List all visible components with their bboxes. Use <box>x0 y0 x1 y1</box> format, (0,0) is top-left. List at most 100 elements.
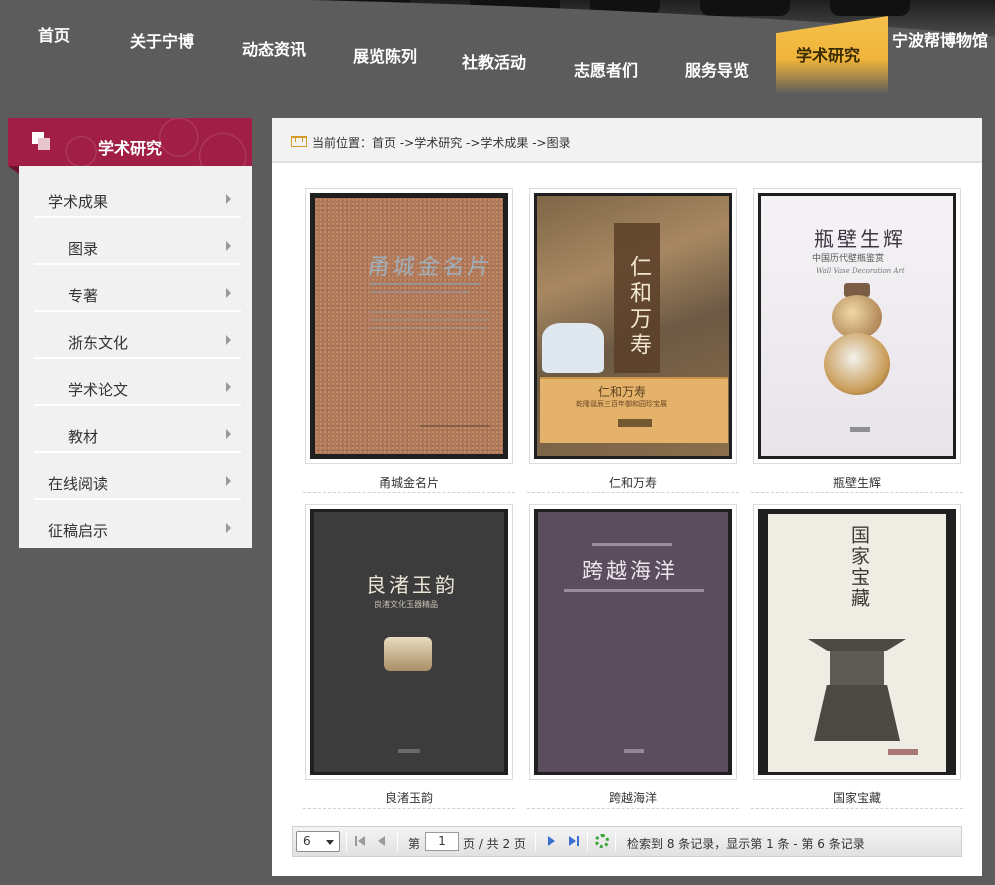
cover-subtitle: 良渚文化玉器精品 <box>374 600 438 609</box>
cover-text-line <box>370 311 490 313</box>
banner-chair <box>830 0 910 16</box>
book-title[interactable]: 国家宝藏 <box>753 789 961 806</box>
banner-chair <box>700 0 790 16</box>
nav-item-ningbo-bang-museum[interactable]: 宁波帮博物馆 <box>892 27 988 51</box>
nav-item-education[interactable]: 社教活动 <box>462 49 526 73</box>
arrow-right-icon <box>226 429 231 439</box>
squares-icon <box>32 132 50 150</box>
nav-item-research[interactable]: 学术研究 <box>796 42 860 66</box>
cover-title-small: 仁和万寿 <box>598 385 647 399</box>
main-content: 当前位置：首页 ->学术研究 ->学术成果 ->图录 甬城金名片 甬城金名片 仁… <box>272 118 982 876</box>
nav-item-about[interactable]: 关于宁博 <box>130 28 194 52</box>
page-number-input[interactable]: 1 <box>425 832 459 851</box>
sidebar-item-online-reading[interactable]: 在线阅读 <box>34 454 241 500</box>
nav-item-news[interactable]: 动态资讯 <box>242 36 306 60</box>
cover-subtitle: 乾隆诞辰三百年御和园珍宝展 <box>576 400 667 408</box>
page-size-select[interactable]: 6 <box>296 831 340 852</box>
sidebar-ribbon-fold <box>8 166 19 174</box>
location-icon <box>291 136 307 147</box>
cover-bronze-base <box>814 685 900 741</box>
sidebar-item-label: 学术论文 <box>68 381 129 399</box>
sidebar-item-call-for-papers[interactable]: 征稿启示 <box>34 501 241 547</box>
cover-title: 跨越海洋 <box>582 559 678 583</box>
divider <box>397 832 398 851</box>
cover-publisher-logo <box>888 749 918 755</box>
sidebar-item-papers[interactable]: 学术论文 <box>34 360 241 406</box>
page-total-label: 页 / 共 2 页 <box>463 837 526 851</box>
divider <box>751 808 963 809</box>
sidebar-item-label: 专著 <box>68 287 99 305</box>
cover-texture <box>315 198 503 454</box>
sidebar-item-label: 征稿启示 <box>48 522 109 540</box>
page-prefix: 第 <box>408 837 421 851</box>
book-card[interactable]: 瓶壁生辉 中国历代壁瓶鉴赏 Wall Vase Decoration Art <box>753 188 961 464</box>
cover-bronze-body <box>830 651 884 685</box>
prev-page-icon[interactable] <box>378 836 389 847</box>
book-card[interactable]: 甬城金名片 <box>305 188 513 464</box>
nav-item-exhibitions[interactable]: 展览陈列 <box>353 43 417 67</box>
arrow-right-icon <box>226 335 231 345</box>
divider <box>527 492 739 493</box>
book-title[interactable]: 瓶壁生辉 <box>753 474 961 491</box>
book-title[interactable]: 仁和万寿 <box>529 474 737 491</box>
sidebar-item-label: 教材 <box>68 428 99 446</box>
book-cover-image: 甬城金名片 <box>310 193 508 459</box>
sidebar-menu: 学术成果 图录 专著 浙东文化 学术论文 教材 在线阅读 征稿启示 <box>19 166 252 548</box>
nav-item-volunteers[interactable]: 志愿者们 <box>574 57 638 81</box>
book-card[interactable]: 仁和万寿 仁和万寿 乾隆诞辰三百年御和园珍宝展 <box>529 188 737 464</box>
cover-text-line <box>370 291 470 293</box>
cover-vase-illustration <box>542 323 604 373</box>
cover-publisher-logo <box>618 419 652 427</box>
divider <box>535 832 536 851</box>
cover-jade-cong <box>384 637 432 671</box>
book-card[interactable]: 跨越海洋 <box>529 504 737 780</box>
arrow-right-icon <box>226 288 231 298</box>
cover-text-line <box>370 319 490 321</box>
top-navigation: 首页 关于宁博 动态资讯 展览陈列 社教活动 志愿者们 服务导览 学术研究 宁波… <box>0 0 995 105</box>
book-card[interactable]: 国家宝藏 <box>753 504 961 780</box>
first-page-icon[interactable] <box>355 836 366 847</box>
cover-title: 仁和万寿 <box>626 255 651 359</box>
pagination-bar: 6 第 1 页 / 共 2 页 检索到 8 条记录，显示第 1 条 - 第 6 … <box>292 826 962 857</box>
arrow-right-icon <box>226 194 231 204</box>
arrow-right-icon <box>226 523 231 533</box>
sidebar-title: 学术研究 <box>98 139 163 158</box>
breadcrumb-text: 当前位置：首页 ->学术研究 ->学术成果 ->图录 <box>312 136 571 150</box>
nav-item-guide[interactable]: 服务导览 <box>685 57 749 81</box>
sidebar-item-label: 学术成果 <box>48 193 109 211</box>
cover-title: 良渚玉韵 <box>366 573 458 597</box>
divider <box>303 492 515 493</box>
cover-publisher-logo <box>624 749 644 753</box>
sidebar-item-academic-results[interactable]: 学术成果 <box>34 172 241 218</box>
divider <box>527 808 739 809</box>
cover-text-line <box>370 283 480 285</box>
cover-vase-body <box>824 333 890 395</box>
divider <box>587 832 588 851</box>
sidebar-item-monographs[interactable]: 专著 <box>34 266 241 312</box>
book-card[interactable]: 良渚玉韵 良渚文化玉器精品 <box>305 504 513 780</box>
nav-item-home[interactable]: 首页 <box>38 22 70 46</box>
sidebar-item-textbooks[interactable]: 教材 <box>34 407 241 453</box>
book-title[interactable]: 良渚玉韵 <box>305 789 513 806</box>
book-cover-image: 仁和万寿 仁和万寿 乾隆诞辰三百年御和园珍宝展 <box>534 193 732 459</box>
sidebar-item-label: 在线阅读 <box>48 475 109 493</box>
divider <box>346 832 347 851</box>
refresh-icon[interactable] <box>595 834 609 848</box>
cover-text-line <box>420 425 490 427</box>
last-page-icon[interactable] <box>569 836 580 847</box>
sidebar-item-label: 浙东文化 <box>68 334 129 352</box>
book-cover-image: 跨越海洋 <box>534 509 732 775</box>
cover-title: 国家宝藏 <box>848 525 870 609</box>
book-title[interactable]: 跨越海洋 <box>529 789 737 806</box>
next-page-icon[interactable] <box>548 836 559 847</box>
chevron-down-icon <box>326 840 334 845</box>
cover-text-line <box>592 543 672 546</box>
breadcrumb: 当前位置：首页 ->学术研究 ->学术成果 ->图录 <box>272 118 982 163</box>
sidebar-item-catalogues[interactable]: 图录 <box>34 219 241 265</box>
sidebar-header: 学术研究 <box>8 118 252 166</box>
cover-text-line <box>564 589 704 592</box>
arrow-right-icon <box>226 241 231 251</box>
sidebar-item-zhedong-culture[interactable]: 浙东文化 <box>34 313 241 359</box>
arrow-right-icon <box>226 476 231 486</box>
book-title[interactable]: 甬城金名片 <box>305 474 513 491</box>
